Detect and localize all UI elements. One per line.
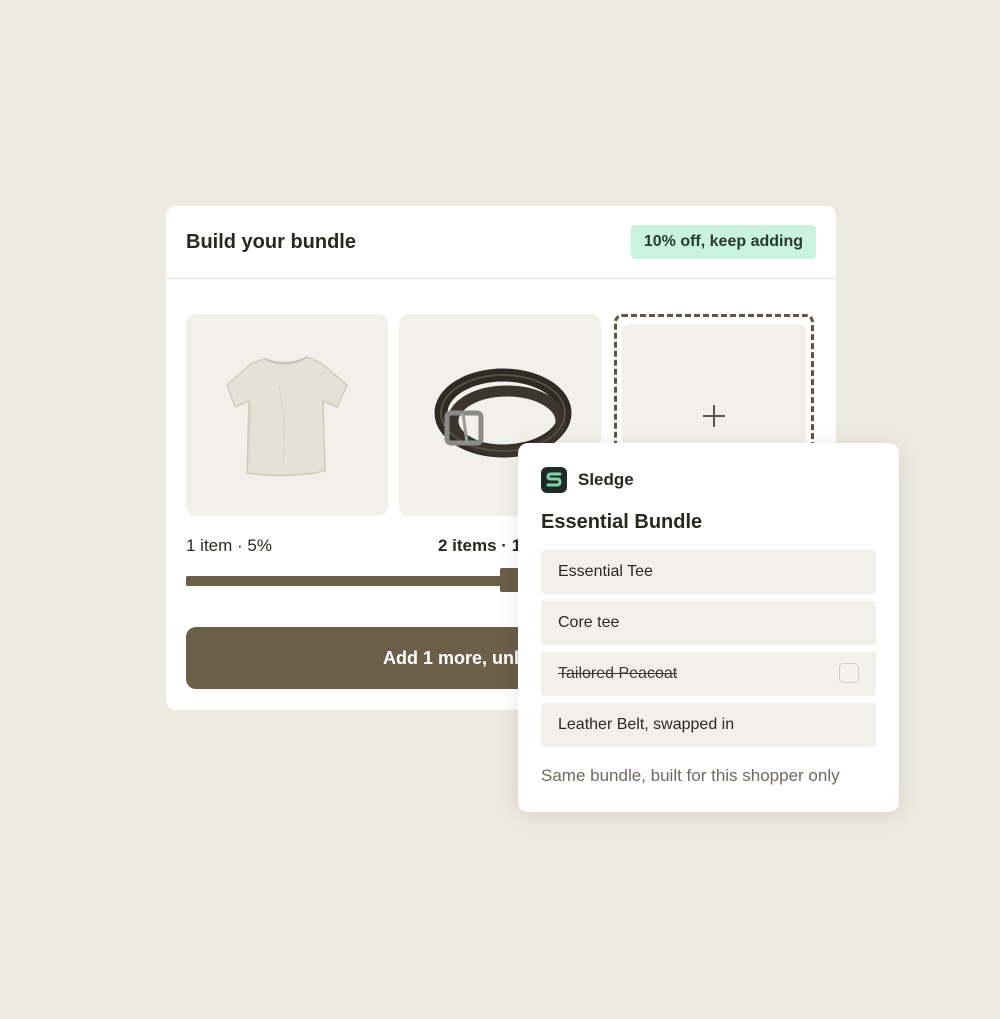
- bundle-popup: Sledge Essential Bundle Essential Tee Co…: [518, 443, 899, 812]
- bundle-card-header: Build your bundle 10% off, keep adding: [166, 206, 836, 279]
- item-checkbox[interactable]: [839, 663, 859, 683]
- bundle-item-tailored-peacoat[interactable]: Tailored Peacoat: [541, 652, 876, 696]
- sledge-logo-icon: [541, 467, 567, 493]
- bundle-slot-tshirt[interactable]: [186, 314, 388, 516]
- popup-footnote: Same bundle, built for this shopper only: [541, 766, 840, 785]
- popup-bundle-title: Essential Bundle: [541, 511, 703, 533]
- bundle-item-core-tee[interactable]: Core tee: [541, 601, 876, 645]
- tshirt-image: [226, 356, 348, 477]
- brand-name: Sledge: [578, 470, 634, 489]
- bundle-item-leather-belt[interactable]: Leather Belt, swapped in: [541, 703, 876, 747]
- tier-label-1: 1 item · 5%: [186, 536, 272, 555]
- progress-handle[interactable]: [500, 568, 520, 592]
- bundle-card-title: Build your bundle: [186, 230, 356, 253]
- plus-icon: [703, 405, 725, 427]
- bundle-item-label: Essential Tee: [558, 563, 653, 580]
- tier-label-2: 2 items · 1: [438, 536, 522, 555]
- bundle-item-essential-tee[interactable]: Essential Tee: [541, 550, 876, 594]
- brand-row: Sledge: [541, 467, 634, 493]
- bundle-item-label: Leather Belt, swapped in: [558, 716, 735, 733]
- bundle-item-label: Core tee: [558, 614, 620, 631]
- bundle-item-label: Tailored Peacoat: [558, 665, 678, 682]
- discount-badge: 10% off, keep adding: [630, 225, 816, 259]
